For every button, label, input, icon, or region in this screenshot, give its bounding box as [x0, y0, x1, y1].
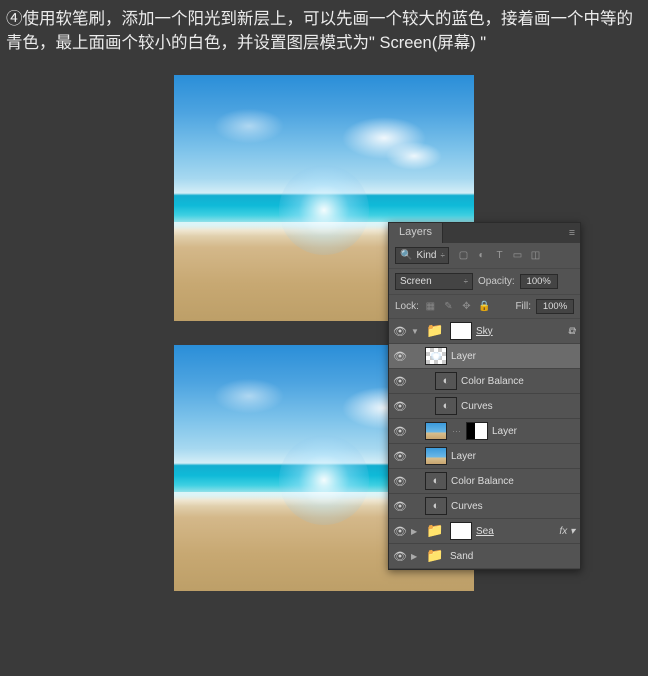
visibility-eye-icon[interactable]: 👁 [393, 475, 407, 488]
disclosure-arrow-icon[interactable]: ▶ [411, 552, 420, 561]
lock-row: Lock: ▦ ✎ ✥ 🔒 Fill: 100% [389, 295, 580, 319]
layer-row[interactable]: 👁 ▼ 📁 Sky ⧉ [389, 319, 580, 344]
layer-mask-thumbnail [450, 522, 472, 540]
layer-row[interactable]: 👁 ◐ Curves [389, 494, 580, 519]
opacity-input[interactable]: 100% [520, 274, 558, 289]
visibility-eye-icon[interactable]: 👁 [393, 500, 407, 513]
layer-row[interactable]: 👁 Layer [389, 344, 580, 369]
fill-label: Fill: [515, 301, 531, 312]
chevron-down-icon: ÷ [464, 277, 468, 286]
sun-glow [279, 435, 369, 525]
fx-badge[interactable]: fx ▾ [559, 526, 578, 537]
visibility-eye-icon[interactable]: 👁 [393, 350, 407, 363]
layer-row[interactable]: 👁 ⋯ Layer [389, 419, 580, 444]
layer-row[interactable]: 👁 ◐ Curves [389, 394, 580, 419]
folder-icon: 📁 [424, 522, 446, 540]
panel-tab-bar: Layers ≡ [389, 223, 580, 243]
layer-name-label[interactable]: Curves [461, 401, 493, 412]
layers-panel: Layers ≡ 🔍 Kind ÷ ▢ ◐ T ▭ ◫ Screen ÷ Opa… [388, 222, 581, 570]
blend-mode-dropdown[interactable]: Screen ÷ [395, 273, 473, 290]
layer-thumbnail [425, 422, 447, 440]
sun-glow [279, 165, 369, 255]
layer-name-label[interactable]: Layer [492, 426, 517, 437]
visibility-eye-icon[interactable]: 👁 [393, 325, 407, 338]
lock-transparency-icon[interactable]: ▦ [424, 300, 437, 313]
adjustment-layer-icon: ◐ [435, 397, 457, 415]
visibility-eye-icon[interactable]: 👁 [393, 525, 407, 538]
layer-thumbnail [425, 347, 447, 365]
search-icon: 🔍 [400, 250, 412, 261]
adjustment-layer-icon: ◐ [425, 472, 447, 490]
layer-name-label[interactable]: Curves [451, 501, 483, 512]
layer-name-label[interactable]: Layer [451, 351, 476, 362]
layer-mask-thumbnail [466, 422, 488, 440]
link-icon[interactable]: ⧉ [568, 326, 578, 337]
layer-name-label[interactable]: Sky [476, 326, 493, 337]
filter-kind-dropdown[interactable]: 🔍 Kind ÷ [395, 247, 449, 264]
visibility-eye-icon[interactable]: 👁 [393, 450, 407, 463]
blend-row: Screen ÷ Opacity: 100% [389, 269, 580, 295]
mask-link-icon[interactable]: ⋯ [451, 426, 462, 437]
layer-name-label[interactable]: Sand [450, 551, 473, 562]
visibility-eye-icon[interactable]: 👁 [393, 375, 407, 388]
layer-row[interactable]: 👁 ◐ Color Balance [389, 369, 580, 394]
layer-row[interactable]: 👁 ▶ 📁 Sea fx ▾ [389, 519, 580, 544]
lock-position-icon[interactable]: ✥ [460, 300, 473, 313]
chevron-down-icon: ÷ [440, 251, 444, 260]
lock-icons: ▦ ✎ ✥ 🔒 [424, 300, 491, 313]
visibility-eye-icon[interactable]: 👁 [393, 400, 407, 413]
lock-label: Lock: [395, 301, 419, 312]
folder-icon: 📁 [424, 322, 446, 340]
disclosure-arrow-icon[interactable]: ▼ [411, 327, 420, 336]
instruction-text: ④使用软笔刷，添加一个阳光到新层上，可以先画一个较大的蓝色，接着画一个中等的青色… [0, 0, 648, 60]
visibility-eye-icon[interactable]: 👁 [393, 425, 407, 438]
adjustment-layer-icon: ◐ [425, 497, 447, 515]
layer-name-label[interactable]: Sea [476, 526, 494, 537]
layer-name-label[interactable]: Layer [451, 451, 476, 462]
layer-row[interactable]: 👁 ▶ 📁 Sand [389, 544, 580, 569]
layers-tab[interactable]: Layers [389, 223, 443, 243]
adjustment-layer-icon: ◐ [435, 372, 457, 390]
fill-input[interactable]: 100% [536, 299, 574, 314]
filter-smart-icon[interactable]: ◫ [529, 249, 542, 262]
layer-list: 👁 ▼ 📁 Sky ⧉ 👁 Layer 👁 ◐ Color Balance 👁 ◐ Curves 👁 ⋯ La… [389, 319, 580, 569]
panel-menu-icon[interactable]: ≡ [564, 223, 580, 243]
filter-shape-icon[interactable]: ▭ [511, 249, 524, 262]
filter-kind-label: Kind [416, 250, 436, 261]
blend-mode-value: Screen [400, 276, 432, 287]
layer-row[interactable]: 👁 ◐ Color Balance [389, 469, 580, 494]
filter-pixel-icon[interactable]: ▢ [457, 249, 470, 262]
lock-pixels-icon[interactable]: ✎ [442, 300, 455, 313]
filter-row: 🔍 Kind ÷ ▢ ◐ T ▭ ◫ [389, 243, 580, 269]
layer-name-label[interactable]: Color Balance [461, 376, 524, 387]
layer-mask-thumbnail [450, 322, 472, 340]
opacity-label: Opacity: [478, 276, 515, 287]
layer-name-label[interactable]: Color Balance [451, 476, 514, 487]
layer-thumbnail [425, 447, 447, 465]
lock-all-icon[interactable]: 🔒 [478, 300, 491, 313]
layer-row[interactable]: 👁 Layer [389, 444, 580, 469]
visibility-eye-icon[interactable]: 👁 [393, 550, 407, 563]
disclosure-arrow-icon[interactable]: ▶ [411, 527, 420, 536]
filter-type-icons: ▢ ◐ T ▭ ◫ [457, 249, 542, 262]
filter-type-icon[interactable]: T [493, 249, 506, 262]
filter-adjust-icon[interactable]: ◐ [475, 249, 488, 262]
folder-icon: 📁 [424, 547, 446, 565]
